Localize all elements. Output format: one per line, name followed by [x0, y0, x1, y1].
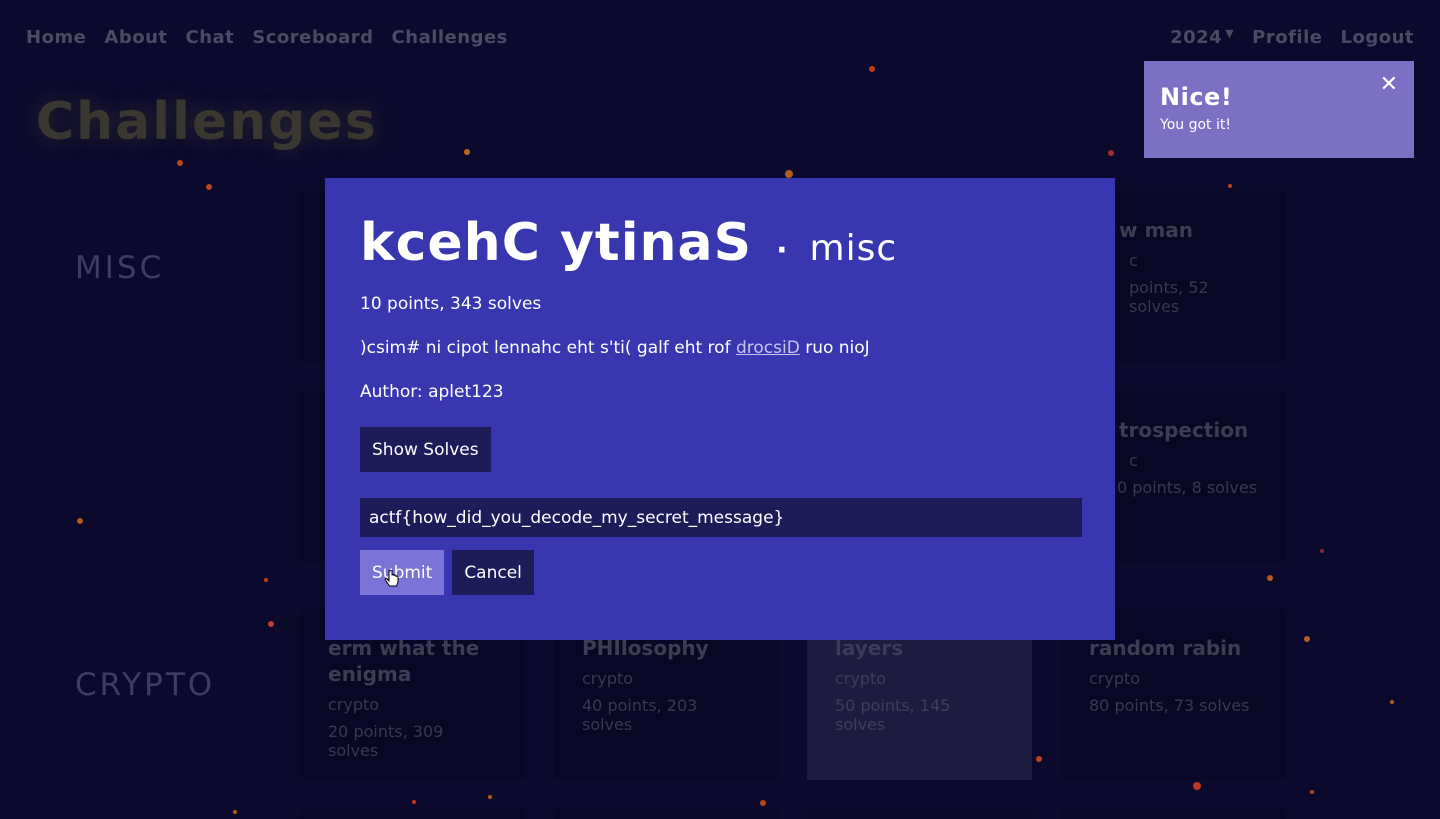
nav-logout[interactable]: Logout	[1340, 27, 1414, 48]
particle-dot	[1304, 636, 1310, 642]
challenge-card[interactable]	[300, 809, 525, 819]
particle-dot	[1320, 549, 1324, 553]
challenge-card[interactable]	[807, 809, 1032, 819]
particle-dot	[412, 800, 416, 804]
particle-dot	[77, 518, 83, 524]
card-stats: 20 points, 309 solves	[328, 722, 444, 760]
close-icon[interactable]: ✕	[1380, 73, 1398, 97]
submit-button[interactable]: Submit	[360, 550, 445, 595]
nav-challenges[interactable]: Challenges	[392, 27, 508, 48]
particle-dot	[206, 184, 212, 190]
description-text-end: ruo nioJ	[799, 338, 870, 358]
page-title: Challenges	[36, 92, 378, 152]
modal-actions: Submit Cancel	[360, 550, 1080, 595]
particle-dot	[1036, 756, 1042, 762]
challenge-stats: 10 points, 343 solves	[360, 294, 542, 314]
toast-title: Nice!	[1160, 83, 1233, 111]
nav-chat[interactable]: Chat	[186, 27, 235, 48]
particle-dot	[1108, 150, 1114, 156]
particle-dot	[177, 160, 183, 166]
challenge-title: kcehC ytinaS	[360, 213, 753, 273]
particle-dot	[1390, 700, 1394, 704]
card-category: crypto	[1089, 669, 1141, 688]
challenge-author: Author: aplet123	[360, 382, 504, 402]
challenge-card[interactable]	[1061, 809, 1286, 819]
particle-dot	[488, 795, 492, 799]
card-category: crypto	[582, 669, 634, 688]
card-stats: 80 points, 73 solves	[1089, 696, 1250, 715]
nav-home[interactable]: Home	[26, 27, 86, 48]
success-toast: Nice! You got it! ✕	[1144, 61, 1414, 158]
card-stats: 40 points, 203 solves	[582, 696, 698, 734]
particle-dot	[264, 578, 268, 582]
nav-about[interactable]: About	[104, 27, 167, 48]
card-category: crypto	[328, 695, 380, 714]
particle-dot	[1193, 782, 1201, 790]
particle-dot	[1228, 184, 1232, 188]
section-label-misc: MISC	[75, 250, 165, 286]
section-label-crypto: CRYPTO	[75, 667, 216, 703]
main-nav: Home About Chat Scoreboard Challenges	[26, 22, 526, 52]
nav-scoreboard[interactable]: Scoreboard	[252, 27, 373, 48]
card-stats: 50 points, 145 solves	[835, 696, 951, 734]
modal-header: kcehC ytinaS · misc	[360, 214, 1080, 272]
particle-dot	[1310, 790, 1314, 794]
cancel-button[interactable]: Cancel	[452, 550, 534, 595]
toast-message: You got it!	[1160, 117, 1231, 133]
account-nav: 2024 ▼ Profile Logout	[1152, 22, 1414, 52]
particle-dot	[268, 621, 274, 627]
challenge-card[interactable]	[554, 809, 779, 819]
challenge-description: )csim# ni cipot lennahc eht s'ti( galf e…	[360, 338, 1080, 358]
challenge-modal: kcehC ytinaS · misc 10 points, 343 solve…	[325, 178, 1115, 640]
challenge-category: misc	[809, 228, 898, 269]
hand-pointer-cursor-icon	[384, 570, 399, 587]
card-category: crypto	[835, 669, 887, 688]
particle-dot	[760, 800, 766, 806]
flag-input[interactable]	[360, 498, 1082, 537]
particle-dot	[1267, 575, 1273, 581]
year-dropdown[interactable]: 2024 ▼	[1170, 27, 1234, 48]
particle-dot	[464, 149, 470, 155]
year-label: 2024	[1170, 26, 1223, 48]
discord-link[interactable]: drocsiD	[736, 338, 800, 358]
card-title: erm what the enigma	[328, 636, 480, 686]
title-separator: ·	[776, 233, 788, 268]
particle-dot	[869, 66, 875, 72]
caret-down-icon: ▼	[1225, 26, 1235, 40]
description-text-start: )csim# ni cipot lennahc eht s'ti( galf e…	[360, 338, 736, 358]
particle-dot	[785, 170, 793, 178]
particle-dot	[233, 810, 237, 814]
show-solves-button[interactable]: Show Solves	[360, 427, 491, 472]
nav-profile[interactable]: Profile	[1252, 27, 1322, 48]
